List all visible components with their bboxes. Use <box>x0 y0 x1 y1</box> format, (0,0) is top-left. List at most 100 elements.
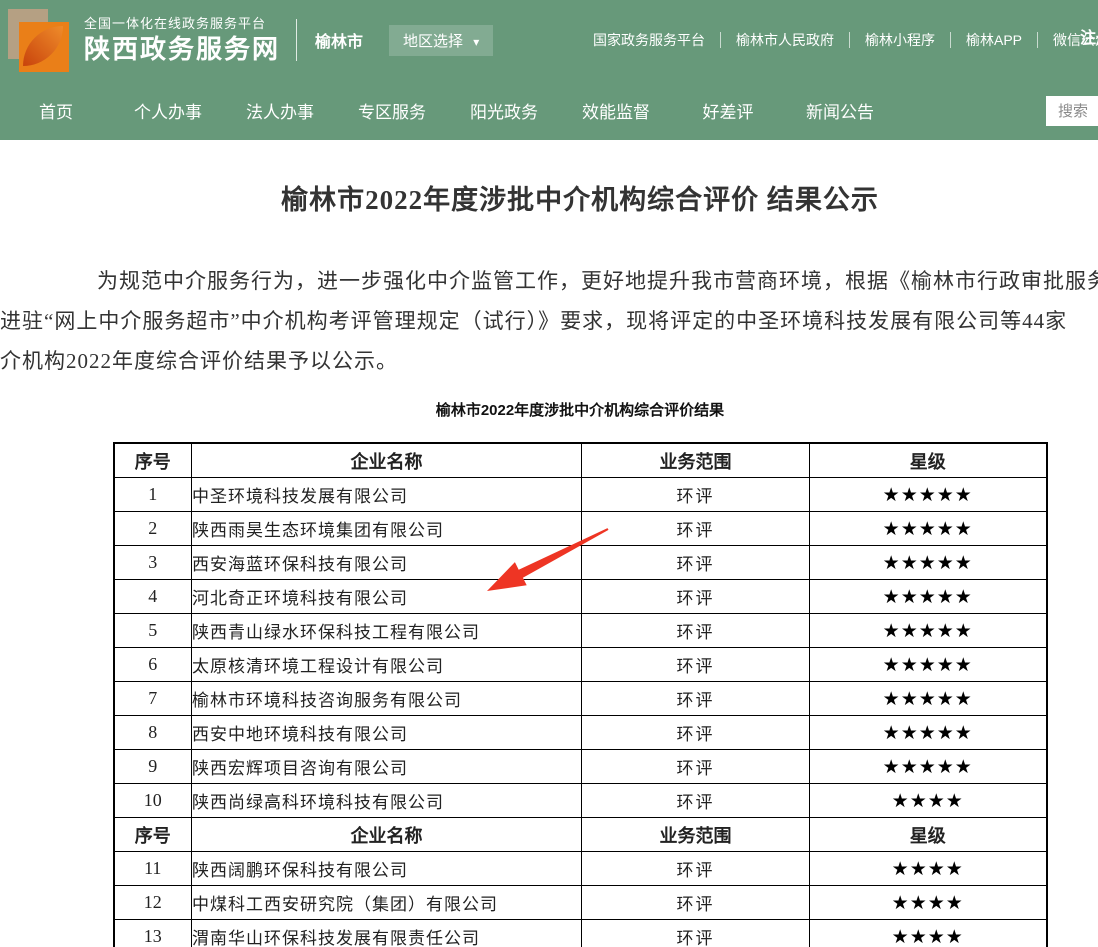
header-divider <box>296 19 297 61</box>
row-scope: 环评 <box>582 750 810 784</box>
site-header: 全国一体化在线政务服务平台 陕西政务服务网 榆林市 地区选择 ▾ 国家政务服务平… <box>0 0 1098 80</box>
nav-item[interactable]: 阳光政务 <box>448 98 560 123</box>
row-stars: ★★★★ <box>810 920 1047 947</box>
row-stars: ★★★★ <box>810 886 1047 920</box>
page-title: 榆林市2022年度涉批中介机构综合评价 结果公示 <box>0 178 1098 217</box>
col-header-stars: 星级 <box>810 443 1047 478</box>
row-company: 西安海蓝环保科技有限公司 <box>192 546 582 580</box>
col-header-scope: 业务范围 <box>582 818 810 852</box>
row-scope: 环评 <box>582 614 810 648</box>
row-scope: 环评 <box>582 478 810 512</box>
row-stars: ★★★★★ <box>810 750 1047 784</box>
row-scope: 环评 <box>582 784 810 818</box>
nav-item[interactable]: 好差评 <box>672 98 784 123</box>
row-scope: 环评 <box>582 648 810 682</box>
nav-item[interactable]: 首页 <box>0 98 112 123</box>
row-no: 7 <box>114 682 192 716</box>
row-stars: ★★★★★ <box>810 546 1047 580</box>
announcement-paragraph: 为规范中介服务行为，进一步强化中介监管工作，更好地提升我市营商环境，根据《榆林市… <box>0 261 1098 381</box>
nav-item[interactable]: 个人办事 <box>112 98 224 123</box>
row-stars: ★★★★★ <box>810 648 1047 682</box>
header-link[interactable]: 榆林市人民政府 <box>720 32 849 48</box>
header-link[interactable]: 国家政务服务平台 <box>578 32 720 48</box>
row-company: 太原核清环境工程设计有限公司 <box>192 648 582 682</box>
row-stars: ★★★★★ <box>810 682 1047 716</box>
col-header-company: 企业名称 <box>192 443 582 478</box>
table-row: 10 陕西尚绿高科环境科技有限公司 环评 ★★★★ <box>114 784 1047 818</box>
row-scope: 环评 <box>582 512 810 546</box>
row-stars: ★★★★★ <box>810 512 1047 546</box>
row-stars: ★★★★★ <box>810 478 1047 512</box>
row-no: 4 <box>114 580 192 614</box>
row-no: 2 <box>114 512 192 546</box>
row-no: 3 <box>114 546 192 580</box>
row-no: 8 <box>114 716 192 750</box>
paragraph-line: 介机构2022年度综合评价结果予以公示。 <box>0 341 1098 381</box>
row-stars: ★★★★ <box>810 784 1047 818</box>
region-selector-button[interactable]: 地区选择 ▾ <box>389 25 493 56</box>
site-title-block: 全国一体化在线政务服务平台 陕西政务服务网 <box>84 15 280 65</box>
nav-item[interactable]: 专区服务 <box>336 98 448 123</box>
current-city-label: 榆林市 <box>315 28 363 52</box>
row-no: 9 <box>114 750 192 784</box>
row-scope: 环评 <box>582 546 810 580</box>
nav-item[interactable]: 效能监督 <box>560 98 672 123</box>
nav-item[interactable]: 法人办事 <box>224 98 336 123</box>
search-input[interactable] <box>1046 96 1098 126</box>
row-scope: 环评 <box>582 886 810 920</box>
row-stars: ★★★★★ <box>810 580 1047 614</box>
header-links: 国家政务服务平台榆林市人民政府榆林小程序榆林APP微信公众号 <box>578 0 1098 80</box>
table-row: 1 中圣环境科技发展有限公司 环评 ★★★★★ <box>114 478 1047 512</box>
register-link[interactable]: 注册 <box>1080 24 1098 48</box>
table-row: 4 河北奇正环境科技有限公司 环评 ★★★★★ <box>114 580 1047 614</box>
table-row: 2 陕西雨昊生态环境集团有限公司 环评 ★★★★★ <box>114 512 1047 546</box>
row-company: 中煤科工西安研究院（集团）有限公司 <box>192 886 582 920</box>
evaluation-table: 序号 企业名称 业务范围 星级 1 中圣环境科技发展有限公司 环评 ★★★★★ … <box>113 442 1048 947</box>
row-company: 西安中地环境科技有限公司 <box>192 716 582 750</box>
row-company: 陕西青山绿水环保科技工程有限公司 <box>192 614 582 648</box>
header-link[interactable]: 榆林小程序 <box>849 32 950 48</box>
row-company: 中圣环境科技发展有限公司 <box>192 478 582 512</box>
col-header-no: 序号 <box>114 443 192 478</box>
table-row: 6 太原核清环境工程设计有限公司 环评 ★★★★★ <box>114 648 1047 682</box>
row-scope: 环评 <box>582 852 810 886</box>
row-scope: 环评 <box>582 682 810 716</box>
row-company: 陕西尚绿高科环境科技有限公司 <box>192 784 582 818</box>
row-stars: ★★★★★ <box>810 716 1047 750</box>
row-scope: 环评 <box>582 920 810 947</box>
col-header-no: 序号 <box>114 818 192 852</box>
evaluation-table-body: 序号 企业名称 业务范围 星级 1 中圣环境科技发展有限公司 环评 ★★★★★ … <box>114 443 1047 947</box>
table-row: 13 渭南华山环保科技发展有限责任公司 环评 ★★★★ <box>114 920 1047 947</box>
row-company: 渭南华山环保科技发展有限责任公司 <box>192 920 582 947</box>
row-no: 12 <box>114 886 192 920</box>
table-row: 7 榆林市环境科技咨询服务有限公司 环评 ★★★★★ <box>114 682 1047 716</box>
header-link[interactable]: 榆林APP <box>950 32 1037 48</box>
table-caption: 榆林市2022年度涉批中介机构综合评价结果 <box>0 399 1098 420</box>
row-no: 10 <box>114 784 192 818</box>
article-content: 榆林市2022年度涉批中介机构综合评价 结果公示 为规范中介服务行为，进一步强化… <box>0 178 1098 947</box>
row-no: 11 <box>114 852 192 886</box>
row-no: 13 <box>114 920 192 947</box>
row-no: 6 <box>114 648 192 682</box>
table-row: 3 西安海蓝环保科技有限公司 环评 ★★★★★ <box>114 546 1047 580</box>
row-company: 陕西阔鹏环保科技有限公司 <box>192 852 582 886</box>
nav-item[interactable]: 新闻公告 <box>784 98 896 123</box>
row-no: 5 <box>114 614 192 648</box>
row-stars: ★★★★ <box>810 852 1047 886</box>
table-header-row: 序号 企业名称 业务范围 星级 <box>114 818 1047 852</box>
row-company: 河北奇正环境科技有限公司 <box>192 580 582 614</box>
main-nav-items: 首页个人办事法人办事专区服务阳光政务效能监督好差评新闻公告 <box>0 80 1098 140</box>
paragraph-line: 进驻“网上中介服务超市”中介机构考评管理规定（试行）》要求，现将评定的中圣环境科… <box>0 301 1098 341</box>
platform-label: 全国一体化在线政务服务平台 <box>84 15 280 33</box>
col-header-company: 企业名称 <box>192 818 582 852</box>
paragraph-line: 为规范中介服务行为，进一步强化中介监管工作，更好地提升我市营商环境，根据《榆林市… <box>0 261 1098 301</box>
table-row: 8 西安中地环境科技有限公司 环评 ★★★★★ <box>114 716 1047 750</box>
table-row: 5 陕西青山绿水环保科技工程有限公司 环评 ★★★★★ <box>114 614 1047 648</box>
row-company: 榆林市环境科技咨询服务有限公司 <box>192 682 582 716</box>
chevron-down-icon: ▾ <box>473 35 479 49</box>
site-logo-icon[interactable] <box>8 9 72 73</box>
site-name: 陕西政务服务网 <box>84 33 280 65</box>
table-header-row: 序号 企业名称 业务范围 星级 <box>114 443 1047 478</box>
row-scope: 环评 <box>582 580 810 614</box>
col-header-scope: 业务范围 <box>582 443 810 478</box>
